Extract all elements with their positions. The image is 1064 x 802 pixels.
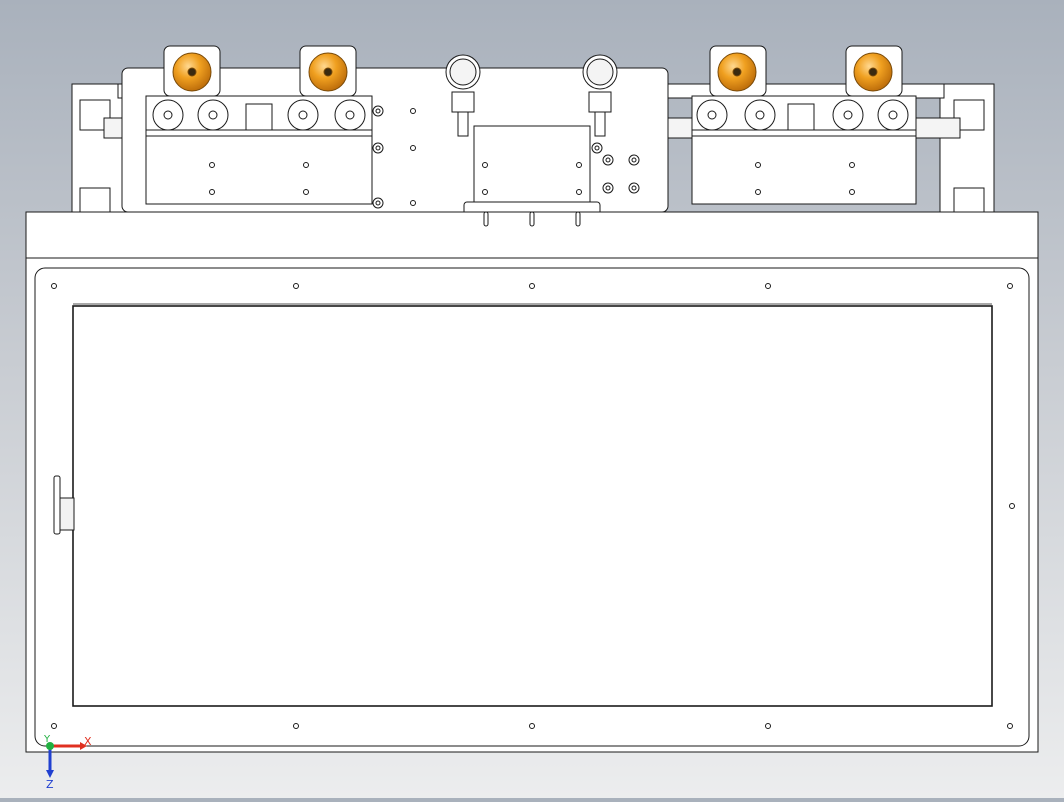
- hole: [576, 162, 582, 168]
- z-axis-label: Z: [46, 778, 54, 791]
- hole: [755, 162, 761, 168]
- hole: [529, 283, 535, 289]
- hole: [209, 189, 215, 195]
- hole: [51, 283, 57, 289]
- hole: [410, 200, 416, 206]
- bolt-socket: [605, 157, 611, 163]
- bolt-socket: [375, 108, 381, 114]
- bolt-socket: [631, 185, 637, 191]
- inner-window: [72, 305, 993, 707]
- hole: [1007, 283, 1013, 289]
- hole: [1007, 723, 1013, 729]
- bolt-socket: [375, 145, 381, 151]
- hole: [765, 283, 771, 289]
- hole: [209, 162, 215, 168]
- hole: [1009, 503, 1015, 509]
- hole: [410, 145, 416, 151]
- bolt-socket: [605, 185, 611, 191]
- hole: [303, 162, 309, 168]
- left-back-frame: [71, 83, 127, 213]
- hole: [849, 189, 855, 195]
- hole: [576, 189, 582, 195]
- hole: [51, 723, 57, 729]
- hole: [293, 283, 299, 289]
- hole: [482, 189, 488, 195]
- hole: [410, 108, 416, 114]
- hole: [529, 723, 535, 729]
- hole: [293, 723, 299, 729]
- y-axis-label: Y: [43, 734, 51, 745]
- right-back-frame: [939, 83, 995, 213]
- x-axis-label: X: [84, 735, 92, 748]
- bolt-socket: [594, 145, 600, 151]
- cad-viewport[interactable]: X Y Z: [0, 0, 1064, 798]
- hole: [303, 189, 309, 195]
- bolt-socket: [375, 200, 381, 206]
- hole: [765, 723, 771, 729]
- hole: [849, 162, 855, 168]
- hole: [482, 162, 488, 168]
- bolt-socket: [631, 157, 637, 163]
- cad-drawing[interactable]: X Y Z: [0, 0, 1064, 798]
- hole: [755, 189, 761, 195]
